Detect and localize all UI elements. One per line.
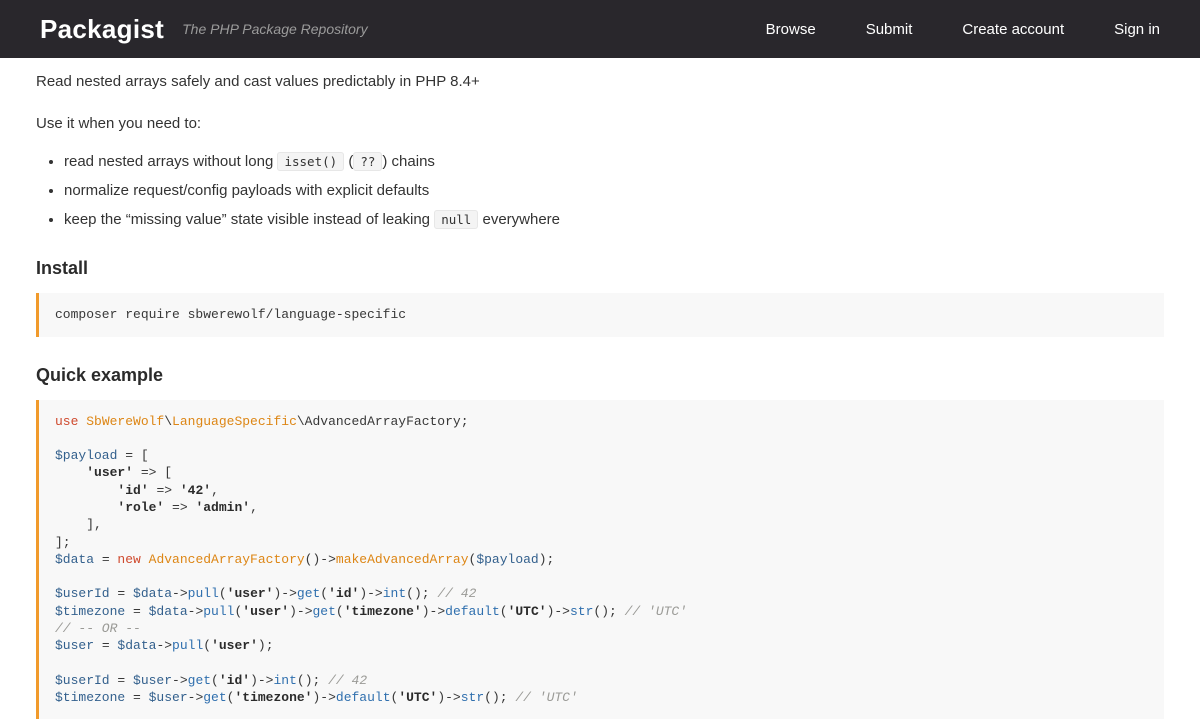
brand-logo[interactable]: Packagist	[40, 14, 164, 45]
nav-browse[interactable]: Browse	[766, 21, 816, 38]
brand-tagline: The PHP Package Repository	[182, 21, 367, 37]
feature-list: read nested arrays without long isset() …	[36, 151, 1164, 230]
list-item: keep the “missing value” state visible i…	[64, 209, 1164, 231]
inline-code: ??	[353, 152, 382, 171]
top-nav: Packagist The PHP Package Repository Bro…	[0, 0, 1200, 58]
readme-content: Read nested arrays safely and cast value…	[0, 58, 1200, 719]
install-code: composer require sbwerewolf/language-spe…	[36, 293, 1164, 336]
intro-paragraph: Read nested arrays safely and cast value…	[36, 72, 1164, 92]
install-heading: Install	[36, 258, 1164, 279]
example-code-body: use SbWereWolf\LanguageSpecific\Advanced…	[55, 414, 687, 706]
use-when-paragraph: Use it when you need to:	[36, 114, 1164, 134]
nav-submit[interactable]: Submit	[866, 21, 913, 38]
list-item: normalize request/config payloads with e…	[64, 180, 1164, 202]
list-item: read nested arrays without long isset() …	[64, 151, 1164, 173]
nav-links: Browse Submit Create account Sign in	[766, 21, 1160, 38]
example-heading: Quick example	[36, 365, 1164, 386]
nav-sign-in[interactable]: Sign in	[1114, 21, 1160, 38]
example-code: use SbWereWolf\LanguageSpecific\Advanced…	[36, 400, 1164, 719]
inline-code: isset()	[277, 152, 344, 171]
nav-create-account[interactable]: Create account	[962, 21, 1064, 38]
inline-code: null	[434, 210, 478, 229]
